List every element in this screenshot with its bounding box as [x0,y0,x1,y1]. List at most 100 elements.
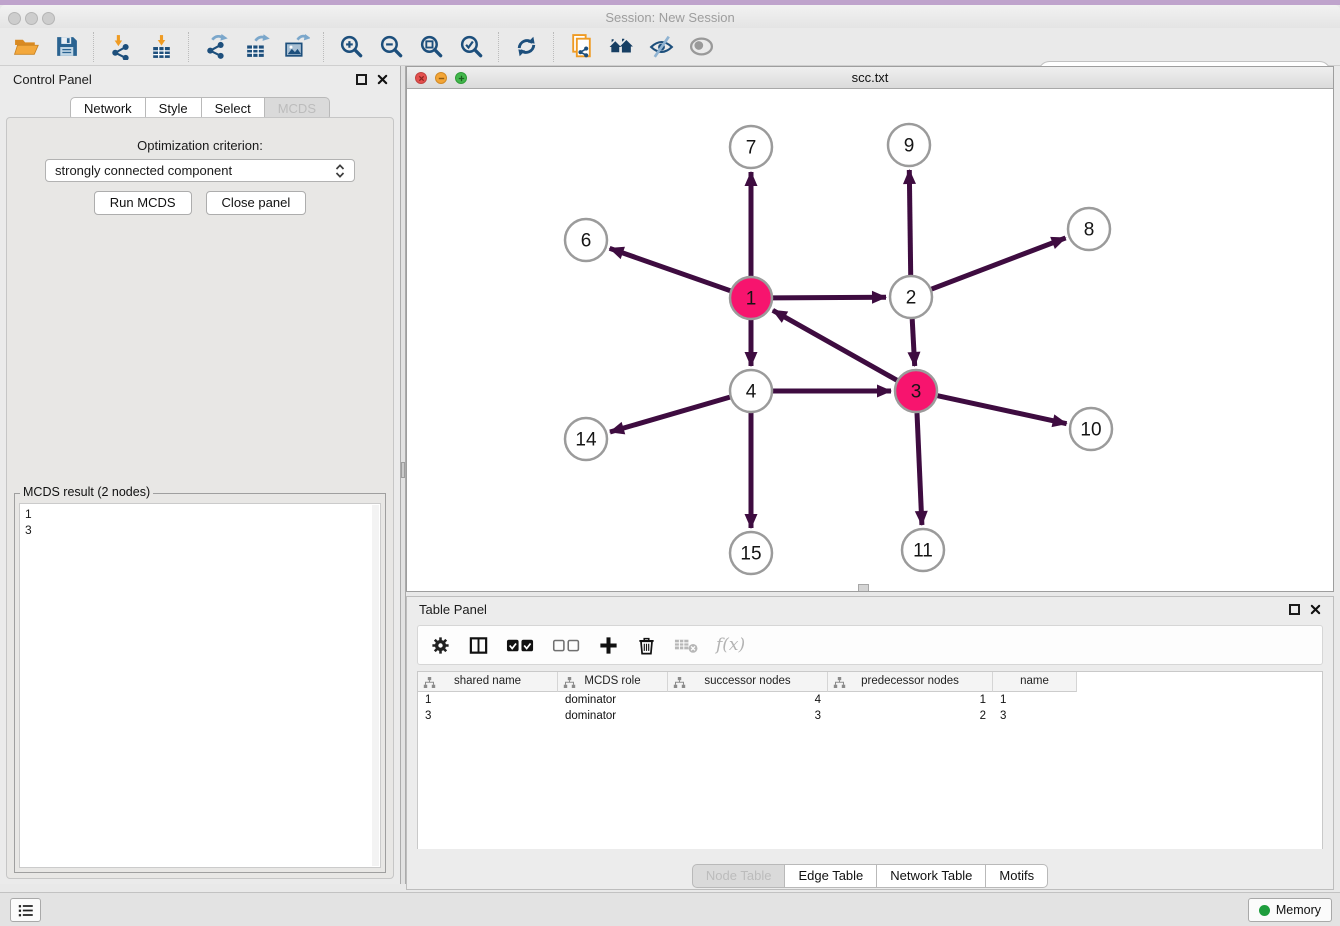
node-7[interactable]: 7 [730,126,772,168]
zoom-fit-icon[interactable] [413,31,449,63]
node-4[interactable]: 4 [730,370,772,412]
import-network-icon[interactable] [103,31,139,63]
deselect-all-icon[interactable] [552,635,581,656]
mcds-result-group: MCDS result (2 nodes) 13 [14,493,386,873]
node-table[interactable]: shared name MCDS rolesuccessor nodesprede… [417,671,1323,849]
edge-3-11[interactable] [917,413,922,525]
float-panel-icon[interactable] [356,74,367,85]
save-session-icon[interactable] [48,31,84,63]
table-cell[interactable]: dominator [558,692,668,708]
table-cell[interactable]: dominator [558,708,668,724]
table-cell[interactable]: 1 [993,692,1077,708]
network-maximize-button[interactable] [455,72,467,84]
close-panel-icon[interactable] [377,74,388,85]
tab-edge-table[interactable]: Edge Table [785,864,877,888]
table-row[interactable]: 3dominator323 [418,708,1322,724]
optimization-criterion-select[interactable]: strongly connected component [45,159,355,182]
float-table-panel-icon[interactable] [1289,604,1300,615]
table-cell[interactable]: 3 [993,708,1077,724]
window-resize-grip[interactable] [858,584,869,591]
mcds-result-list[interactable]: 13 [19,503,381,868]
zoom-selected-icon[interactable] [453,31,489,63]
table-cell[interactable]: 3 [418,708,558,724]
column-header-predecessor-nodes[interactable]: predecessor nodes [828,672,993,692]
result-scrollbar[interactable] [372,505,379,866]
close-panel-button[interactable]: Close panel [206,191,307,215]
zoom-in-icon[interactable] [333,31,369,63]
network-minimize-button[interactable] [435,72,447,84]
close-table-panel-icon[interactable] [1310,604,1321,615]
select-all-icon[interactable] [506,635,535,656]
edge-3-10[interactable] [938,396,1067,424]
edge-3-1[interactable] [773,310,897,380]
toggle-graphics-details-icon[interactable] [643,31,679,63]
toolbar-icon-group [6,31,721,63]
selected-option: strongly connected component [55,163,335,178]
memory-button[interactable]: Memory [1248,898,1332,922]
node-label: 3 [911,382,922,403]
node-9[interactable]: 9 [888,124,930,166]
edge-2-9[interactable] [909,170,910,275]
node-label: 6 [581,231,592,252]
table-panel-tabs: Node TableEdge TableNetwork TableMotifs [407,864,1333,888]
node-3[interactable]: 3 [895,370,937,412]
tab-network-table[interactable]: Network Table [877,864,986,888]
node-10[interactable]: 10 [1070,408,1112,450]
column-header-name[interactable]: name [993,672,1077,692]
column-header-shared-name[interactable]: shared name [418,672,558,692]
table-cell[interactable]: 3 [668,708,828,724]
node-label: 15 [740,544,761,565]
table-header-row: shared name MCDS rolesuccessor nodesprede… [418,672,1322,692]
node-label: 2 [906,288,917,309]
edge-2-8[interactable] [932,238,1066,289]
node-14[interactable]: 14 [565,418,607,460]
node-8[interactable]: 8 [1068,208,1110,250]
column-header-label: shared name [454,675,521,687]
column-type-icon [423,676,436,689]
splitter-handle[interactable] [401,462,405,478]
edge-2-3[interactable] [912,319,915,366]
table-cell[interactable]: 2 [828,708,993,724]
table-cell[interactable]: 1 [828,692,993,708]
table-cell[interactable]: 4 [668,692,828,708]
node-15[interactable]: 15 [730,532,772,574]
add-column-icon[interactable] [598,635,619,656]
column-header-successor-nodes[interactable]: successor nodes [668,672,828,692]
apply-layout-icon[interactable] [508,31,544,63]
tab-motifs[interactable]: Motifs [986,864,1048,888]
open-session-icon[interactable] [8,31,44,63]
table-body: 1dominator4113dominator323 [418,692,1322,724]
main-toolbar [0,28,1340,66]
split-view-icon[interactable] [468,635,489,656]
zoom-out-icon[interactable] [373,31,409,63]
delete-column-icon[interactable] [636,635,657,656]
column-header-label: name [1020,675,1049,687]
tab-node-table[interactable]: Node Table [692,864,786,888]
edge-4-14[interactable] [610,397,730,432]
network-graph[interactable]: 1 2 3 4 6 7 8 9 10 11 14 15 [407,89,1333,591]
home-pair-icon[interactable] [603,31,639,63]
export-network-icon[interactable] [198,31,234,63]
network-canvas[interactable]: 1 2 3 4 6 7 8 9 10 11 14 15 [407,89,1333,591]
network-overview-icon[interactable] [563,31,599,63]
node-6[interactable]: 6 [565,219,607,261]
table-toolbar: f(x) [417,625,1323,665]
run-mcds-button[interactable]: Run MCDS [94,191,192,215]
edge-1-2[interactable] [773,297,886,298]
network-close-button[interactable] [415,72,427,84]
edge-1-6[interactable] [610,248,731,290]
node-1[interactable]: 1 [730,277,772,319]
table-row[interactable]: 1dominator411 [418,692,1322,708]
column-header-mcds-role[interactable]: MCDS role [558,672,668,692]
import-table-icon[interactable] [143,31,179,63]
export-image-icon[interactable] [278,31,314,63]
node-2[interactable]: 2 [890,276,932,318]
node-label: 8 [1084,220,1095,241]
node-11[interactable]: 11 [902,529,944,571]
toolbar-separator [323,32,324,62]
table-cell[interactable]: 1 [418,692,558,708]
show-panels-button[interactable] [10,898,41,922]
export-table-icon[interactable] [238,31,274,63]
network-window-titlebar[interactable]: scc.txt [407,67,1333,89]
table-settings-icon[interactable] [430,635,451,656]
